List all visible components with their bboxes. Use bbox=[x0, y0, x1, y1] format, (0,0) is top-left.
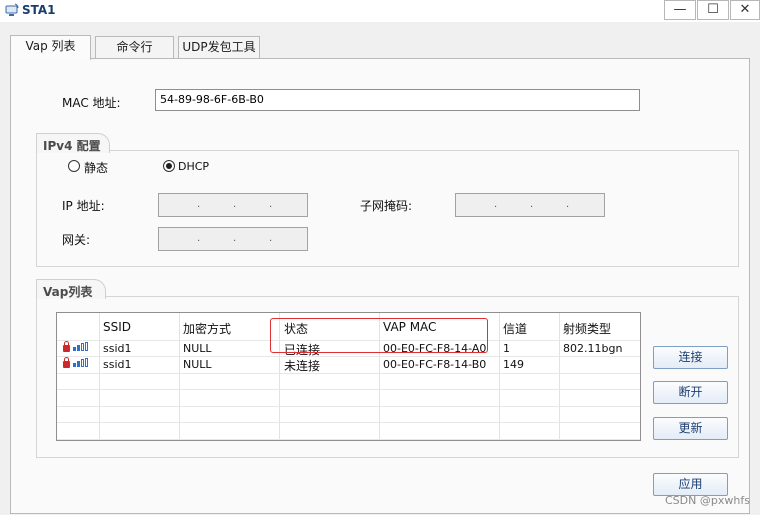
close-button[interactable]: ✕ bbox=[730, 0, 760, 20]
cell-channel: 1 bbox=[503, 342, 510, 355]
col-ssid: SSID bbox=[103, 320, 132, 334]
cell-vap-mac: 00-E0-FC-F8-14-B0 bbox=[383, 358, 487, 371]
cell-radio-type: 802.11bgn bbox=[563, 342, 623, 355]
tab-vap-list[interactable]: Vap 列表 bbox=[10, 35, 91, 60]
tab-udp-tool[interactable]: UDP发包工具 bbox=[178, 36, 260, 59]
cell-ssid: ssid1 bbox=[103, 342, 132, 355]
cell-ssid: ssid1 bbox=[103, 358, 132, 371]
cell-channel: 149 bbox=[503, 358, 524, 371]
dhcp-label: DHCP bbox=[178, 160, 210, 173]
watermark: CSDN @pxwhfs bbox=[665, 494, 750, 507]
cell-encryption: NULL bbox=[183, 342, 212, 355]
highlight-box bbox=[270, 318, 488, 353]
refresh-button[interactable]: 更新 bbox=[653, 417, 728, 440]
window-title: STA1 bbox=[22, 3, 56, 17]
title-bar: STA1 — ☐ ✕ bbox=[0, 0, 760, 22]
col-encryption: 加密方式 bbox=[183, 322, 232, 336]
ip-address-field[interactable]: ... bbox=[158, 193, 308, 217]
col-radio-type: 射频类型 bbox=[563, 322, 612, 336]
cell-encryption: NULL bbox=[183, 358, 212, 371]
subnet-mask-label: 子网掩码: bbox=[360, 199, 413, 213]
static-label: 静态 bbox=[84, 161, 109, 175]
minimize-button[interactable]: — bbox=[664, 0, 696, 20]
subnet-mask-field[interactable]: ... bbox=[455, 193, 605, 217]
tab-command-line[interactable]: 命令行 bbox=[95, 36, 174, 59]
apply-button[interactable]: 应用 bbox=[653, 473, 728, 496]
station-icon bbox=[5, 3, 19, 16]
maximize-button[interactable]: ☐ bbox=[697, 0, 729, 20]
static-radio[interactable] bbox=[68, 160, 80, 172]
mac-label: MAC 地址: bbox=[62, 96, 121, 110]
col-channel: 信道 bbox=[503, 322, 528, 336]
mac-field[interactable]: 54-89-98-6F-6B-B0 bbox=[155, 89, 640, 111]
connect-button[interactable]: 连接 bbox=[653, 346, 728, 369]
signal-icon bbox=[73, 342, 88, 351]
gateway-label: 网关: bbox=[62, 233, 91, 247]
lock-icon bbox=[63, 341, 70, 352]
vap-legend: Vap列表 bbox=[36, 279, 106, 299]
lock-icon bbox=[63, 357, 70, 368]
dhcp-radio[interactable] bbox=[163, 160, 175, 172]
cell-status: 未连接 bbox=[284, 359, 321, 373]
gateway-field[interactable]: ... bbox=[158, 227, 308, 251]
signal-icon bbox=[73, 358, 88, 367]
ipv4-legend: IPv4 配置 bbox=[36, 133, 110, 153]
disconnect-button[interactable]: 断开 bbox=[653, 381, 728, 404]
ip-label: IP 地址: bbox=[62, 199, 105, 213]
